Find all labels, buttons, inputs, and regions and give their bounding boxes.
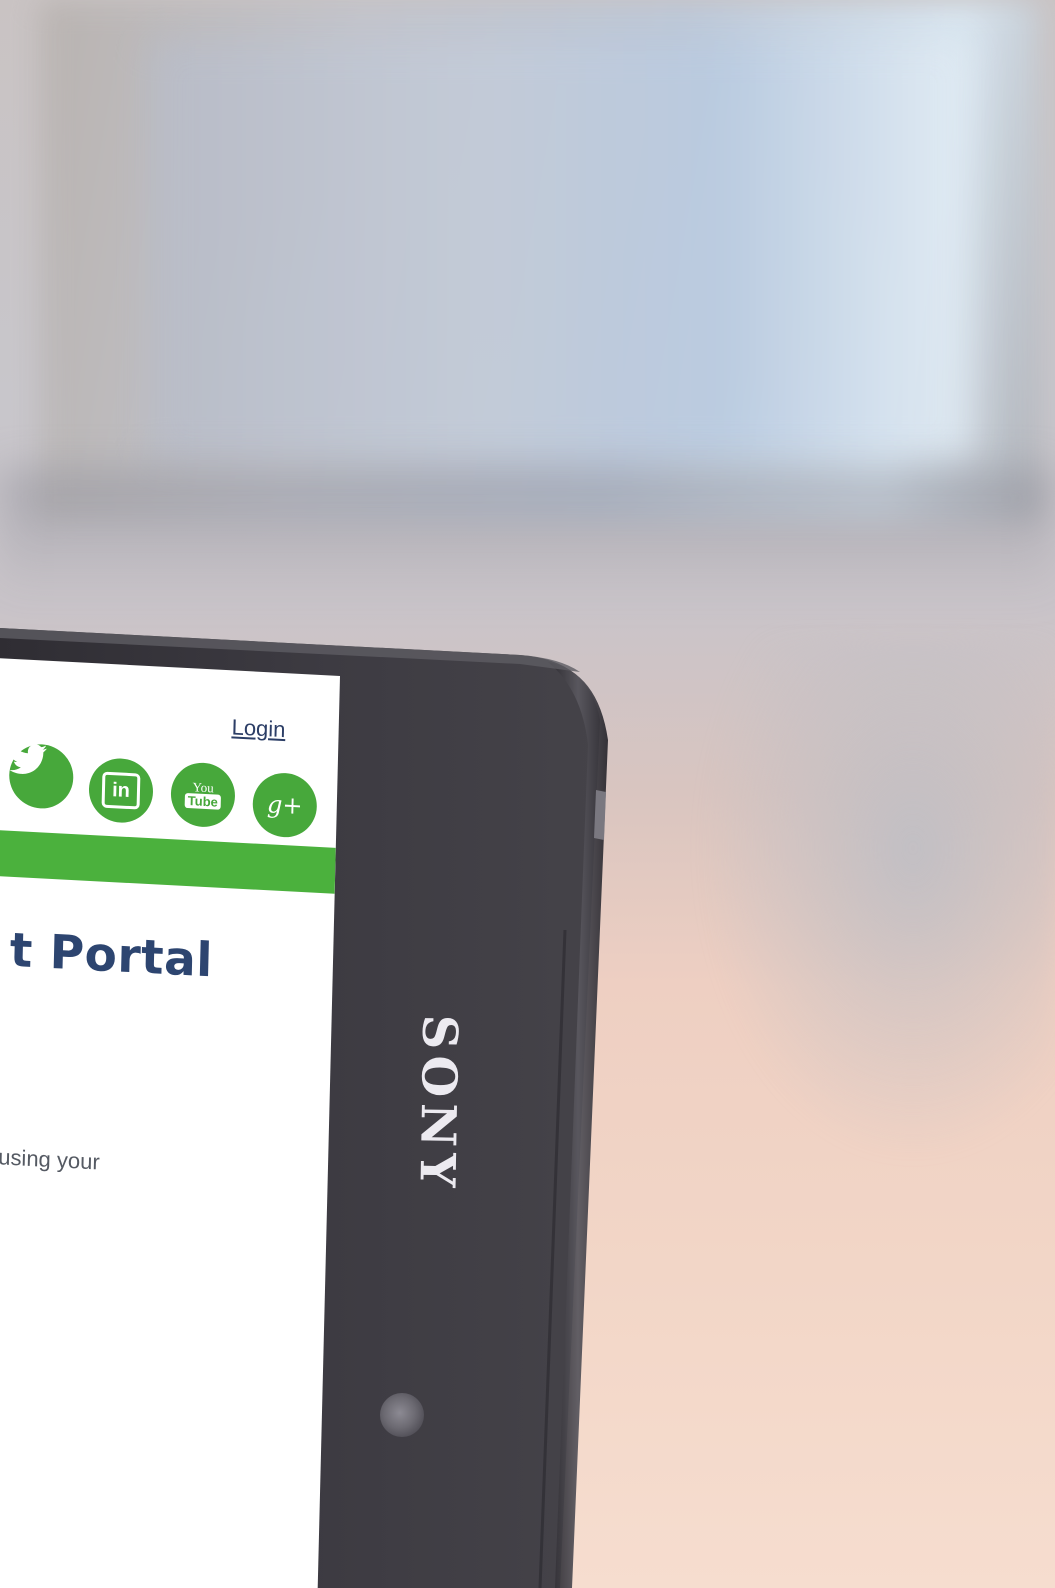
twitter-button[interactable]: [8, 742, 75, 811]
linkedin-icon-text: in: [111, 779, 131, 803]
google-plus-icon: g+: [266, 790, 303, 821]
tablet-screen: Login in You Tube g+ t Portal using your: [0, 655, 340, 1588]
linkedin-icon: in: [101, 771, 141, 810]
youtube-icon-text-bottom: Tube: [184, 792, 222, 810]
youtube-icon: You Tube: [184, 779, 222, 810]
youtube-button[interactable]: You Tube: [170, 761, 236, 829]
photo-scene: Login in You Tube g+ t Portal using your…: [0, 0, 1055, 1588]
youtube-icon-text-top: You: [192, 779, 214, 796]
brand-logo: SONY: [408, 1014, 468, 1194]
tablet-device: Login in You Tube g+ t Portal using your…: [0, 0, 1055, 1588]
page-title: t Portal: [9, 922, 214, 989]
linkedin-button[interactable]: in: [88, 756, 154, 825]
front-camera: [380, 1393, 424, 1437]
twitter-icon: [9, 744, 47, 774]
login-link[interactable]: Login: [231, 714, 285, 743]
google-plus-button[interactable]: g+: [252, 771, 318, 839]
intro-text: n using your: [0, 1143, 101, 1175]
